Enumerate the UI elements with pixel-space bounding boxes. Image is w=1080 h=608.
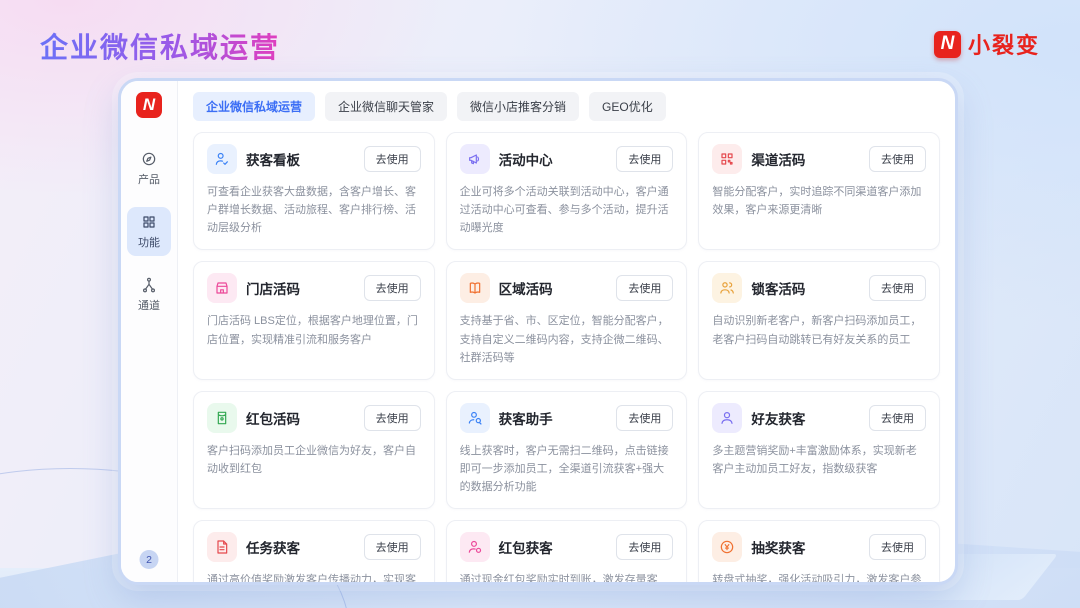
task-doc-icon — [214, 539, 230, 555]
card-icon-box — [460, 273, 490, 303]
share-icon — [141, 277, 157, 293]
page-badge[interactable]: 2 — [140, 550, 159, 569]
feature-card[interactable]: 活动中心去使用企业可将多个活动关联到活动中心，客户通过活动中心可查看、参与多个活… — [446, 132, 688, 250]
red-packet-icon — [214, 410, 230, 426]
xiaoliebian-logo-icon: N — [934, 31, 961, 58]
card-icon-box — [460, 532, 490, 562]
card-description: 门店活码 LBS定位，根据客户地理位置，门店位置，实现精准引流和服务客户 — [207, 312, 421, 348]
card-description: 通过高价值奖励激发客户传播动力，实现客户指数级增长 — [207, 571, 421, 582]
feature-card[interactable]: 红包活码去使用客户扫码添加员工企业微信为好友，客户自动收到红包 — [193, 391, 435, 509]
feature-card[interactable]: 获客看板去使用可查看企业获客大盘数据，含客户增长、客户群增长数据、活动旅程、客户… — [193, 132, 435, 250]
sidebar-nav: 产品功能通道 — [121, 144, 177, 319]
card-title: 锁客活码 — [751, 278, 860, 298]
card-title: 活动中心 — [499, 149, 608, 169]
sidebar-item-label: 产品 — [138, 171, 160, 187]
person-check-icon — [214, 151, 230, 167]
people-icon — [719, 280, 735, 296]
use-button[interactable]: 去使用 — [616, 405, 673, 431]
card-description: 智能分配客户，实时追踪不同渠道客户添加效果，客户来源更清晰 — [712, 183, 926, 219]
feature-card[interactable]: 获客助手去使用线上获客时，客户无需扫二维码，点击链接即可一步添加员工，全渠道引流… — [446, 391, 688, 509]
qr-code-icon — [719, 151, 735, 167]
app-logo-icon: N — [136, 92, 162, 118]
card-icon-box — [712, 273, 742, 303]
sidebar-item-channels[interactable]: 通道 — [127, 270, 171, 319]
card-icon-box — [460, 403, 490, 433]
feature-card-grid: 获客看板去使用可查看企业获客大盘数据，含客户增长、客户群增长数据、活动旅程、客户… — [178, 121, 955, 582]
card-icon-box — [207, 532, 237, 562]
sidebar: N 产品功能通道 2 — [121, 81, 178, 582]
use-button[interactable]: 去使用 — [616, 146, 673, 172]
card-title: 好友获客 — [751, 408, 860, 428]
feature-card[interactable]: 抽奖获客去使用转盘式抽奖，强化活动吸引力，激发客户参与积极性 — [698, 520, 940, 582]
sidebar-item-label: 功能 — [138, 234, 160, 250]
person-search-icon — [467, 410, 483, 426]
tab-bar: 企业微信私域运营企业微信聊天管家微信小店推客分销 GEO优化 — [193, 92, 955, 121]
card-icon-box — [460, 144, 490, 174]
card-description: 企业可将多个活动关联到活动中心，客户通过活动中心可查看、参与多个活动，提升活动曝… — [460, 183, 674, 237]
card-icon-box — [207, 144, 237, 174]
tab-item[interactable]: 微信小店推客分销 — [457, 92, 579, 121]
card-title: 获客看板 — [246, 149, 355, 169]
card-description: 自动识别新老客户，新客户扫码添加员工，老客户扫码自动跳转已有好友关系的员工 — [712, 312, 926, 348]
compass-icon — [141, 151, 157, 167]
card-icon-box — [712, 403, 742, 433]
card-title: 抽奖获客 — [751, 537, 860, 557]
use-button[interactable]: 去使用 — [869, 405, 926, 431]
feature-card[interactable]: 区域活码去使用支持基于省、市、区定位，智能分配客户，支持自定义二维码内容，支持企… — [446, 261, 688, 379]
card-description: 支持基于省、市、区定位，智能分配客户，支持自定义二维码内容，支持企微二维码、社群… — [460, 312, 674, 366]
card-description: 通过现金红包奖励实时到账，激发存量客户，快速实现客户规模增长 — [460, 571, 674, 582]
tab-item[interactable]: 企业微信私域运营 — [193, 92, 315, 121]
use-button[interactable]: 去使用 — [616, 534, 673, 560]
sidebar-item-label: 通道 — [138, 297, 160, 313]
use-button[interactable]: 去使用 — [869, 146, 926, 172]
card-title: 获客助手 — [499, 408, 608, 428]
use-button[interactable]: 去使用 — [616, 275, 673, 301]
feature-card[interactable]: 任务获客去使用通过高价值奖励激发客户传播动力，实现客户指数级增长 — [193, 520, 435, 582]
use-button[interactable]: 去使用 — [364, 534, 421, 560]
megaphone-icon — [467, 151, 483, 167]
person-money-icon — [467, 539, 483, 555]
brand-logo: N 小裂变 — [934, 28, 1040, 60]
card-title: 渠道活码 — [751, 149, 860, 169]
use-button[interactable]: 去使用 — [364, 405, 421, 431]
tab-item[interactable]: GEO优化 — [589, 92, 666, 121]
storefront-icon — [214, 280, 230, 296]
person-icon — [719, 410, 735, 426]
feature-card[interactable]: 渠道活码去使用智能分配客户，实时追踪不同渠道客户添加效果，客户来源更清晰 — [698, 132, 940, 250]
feature-card[interactable]: 门店活码去使用门店活码 LBS定位，根据客户地理位置，门店位置，实现精准引流和服… — [193, 261, 435, 379]
card-title: 任务获客 — [246, 537, 355, 557]
card-icon-box — [712, 144, 742, 174]
card-icon-box — [712, 532, 742, 562]
brand-name: 小裂变 — [968, 28, 1040, 60]
card-description: 可查看企业获客大盘数据，含客户增长、客户群增长数据、活动旅程、客户排行榜、活动层… — [207, 183, 421, 237]
card-icon-box — [207, 273, 237, 303]
card-description: 多主题营销奖励+丰富激励体系，实现新老客户主动加员工好友，指数级获客 — [712, 442, 926, 478]
feature-card[interactable]: 红包获客去使用通过现金红包奖励实时到账，激发存量客户，快速实现客户规模增长 — [446, 520, 688, 582]
lottery-icon — [719, 539, 735, 555]
use-button[interactable]: 去使用 — [869, 275, 926, 301]
map-icon — [467, 280, 483, 296]
sidebar-item-product[interactable]: 产品 — [127, 144, 171, 193]
card-title: 红包获客 — [499, 537, 608, 557]
main-content: 企业微信私域运营企业微信聊天管家微信小店推客分销GEO优化 获客看板去使用可查看… — [178, 81, 955, 582]
use-button[interactable]: 去使用 — [364, 275, 421, 301]
card-title: 区域活码 — [499, 278, 608, 298]
page: 企业微信私域运营 N 小裂变 N 产品功能通道 2 企业微信私域运营企业微信聊天… — [0, 0, 1080, 608]
card-title: 门店活码 — [246, 278, 355, 298]
feature-card[interactable]: 好友获客去使用多主题营销奖励+丰富激励体系，实现新老客户主动加员工好友，指数级获… — [698, 391, 940, 509]
use-button[interactable]: 去使用 — [869, 534, 926, 560]
sidebar-item-features[interactable]: 功能 — [127, 207, 171, 256]
card-title: 红包活码 — [246, 408, 355, 428]
card-description: 线上获客时，客户无需扫二维码，点击链接即可一步添加员工，全渠道引流获客+强大的数… — [460, 442, 674, 496]
card-icon-box — [207, 403, 237, 433]
card-description: 客户扫码添加员工企业微信为好友，客户自动收到红包 — [207, 442, 421, 478]
page-title: 企业微信私域运营 — [40, 26, 280, 66]
card-description: 转盘式抽奖，强化活动吸引力，激发客户参与积极性 — [712, 571, 926, 582]
app-window: N 产品功能通道 2 企业微信私域运营企业微信聊天管家微信小店推客分销 GEO优化… — [118, 78, 958, 585]
feature-card[interactable]: 锁客活码去使用自动识别新老客户，新客户扫码添加员工，老客户扫码自动跳转已有好友关… — [698, 261, 940, 379]
grid-icon — [141, 214, 157, 230]
use-button[interactable]: 去使用 — [364, 146, 421, 172]
tab-item[interactable]: 企业微信聊天管家 — [325, 92, 447, 121]
